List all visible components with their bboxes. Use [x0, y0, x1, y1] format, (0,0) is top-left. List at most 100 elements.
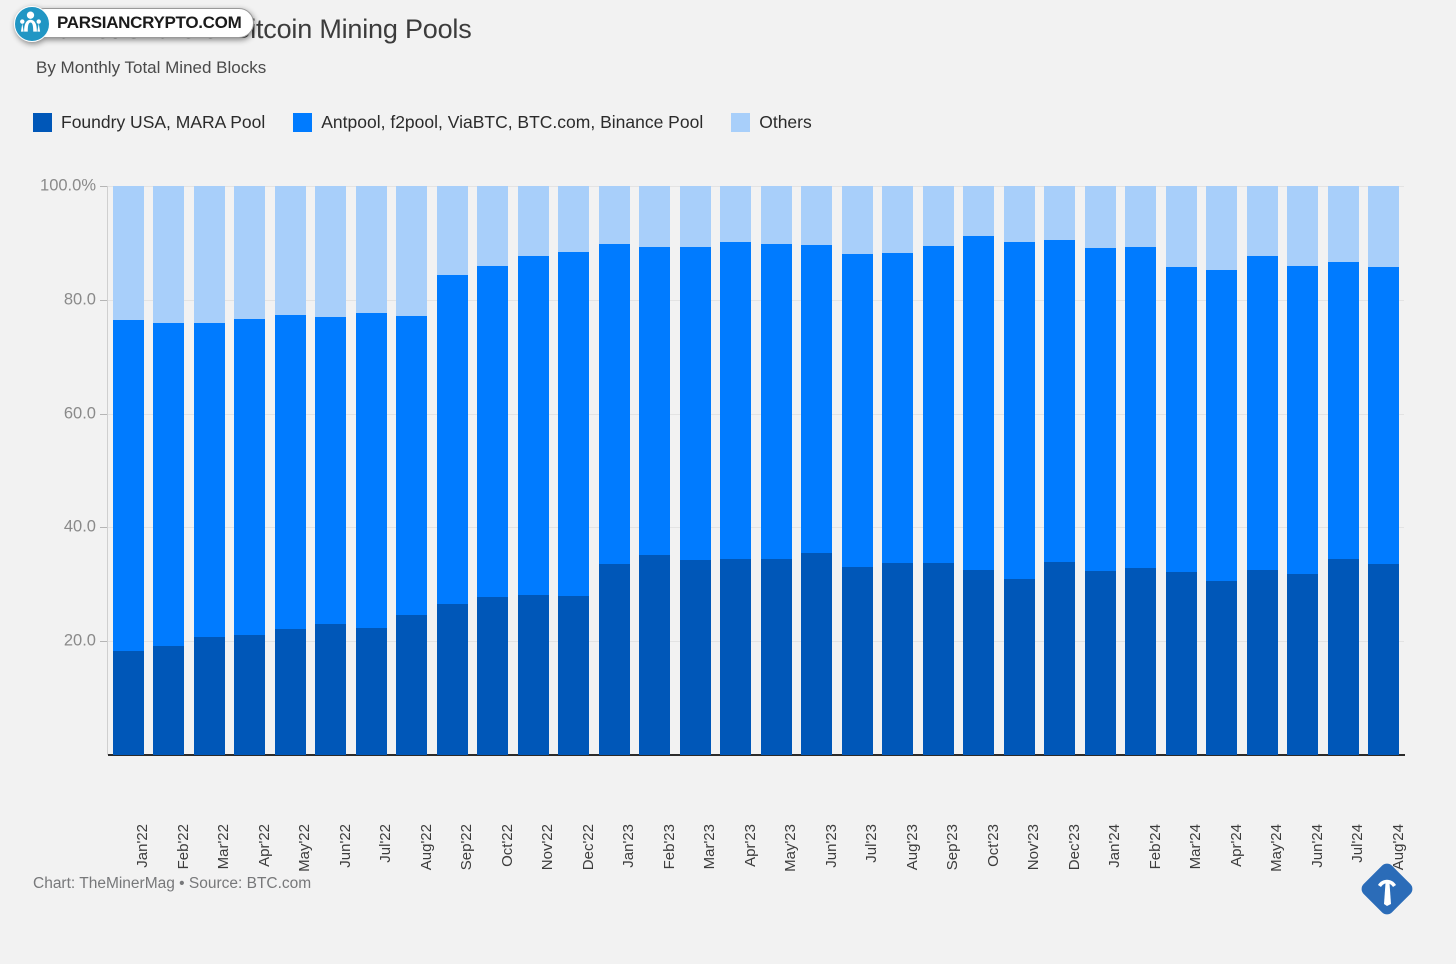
bar-column[interactable]: [153, 186, 185, 755]
bar-segment-1[interactable]: [760, 244, 792, 559]
bar-column[interactable]: [1206, 186, 1238, 755]
bar-segment-1[interactable]: [1044, 240, 1076, 562]
bar-segment-0[interactable]: [193, 636, 225, 755]
bar-segment-2[interactable]: [1368, 186, 1400, 268]
bar-segment-1[interactable]: [679, 246, 711, 561]
bar-segment-2[interactable]: [882, 186, 914, 253]
bar-segment-0[interactable]: [801, 553, 833, 755]
bar-column[interactable]: [396, 186, 428, 755]
bar-segment-2[interactable]: [1327, 186, 1359, 263]
bar-column[interactable]: [1287, 186, 1319, 755]
bar-segment-2[interactable]: [112, 186, 144, 320]
bar-segment-2[interactable]: [436, 186, 468, 275]
bar-segment-0[interactable]: [1287, 574, 1319, 755]
bar-segment-0[interactable]: [1125, 568, 1157, 755]
legend-item-1[interactable]: Antpool, f2pool, ViaBTC, BTC.com, Binanc…: [293, 112, 703, 133]
bar-column[interactable]: [1125, 186, 1157, 755]
bar-segment-2[interactable]: [1165, 186, 1197, 267]
bar-segment-1[interactable]: [922, 245, 954, 564]
bar-column[interactable]: [1084, 186, 1116, 755]
bar-column[interactable]: [801, 186, 833, 755]
bar-segment-0[interactable]: [558, 595, 590, 755]
bar-column[interactable]: [639, 186, 671, 755]
bar-column[interactable]: [1044, 186, 1076, 755]
bar-segment-0[interactable]: [436, 604, 468, 755]
bar-segment-2[interactable]: [841, 186, 873, 254]
bar-column[interactable]: [841, 186, 873, 755]
bar-segment-0[interactable]: [274, 629, 306, 755]
legend-item-0[interactable]: Foundry USA, MARA Pool: [33, 112, 265, 133]
bar-segment-0[interactable]: [396, 615, 428, 755]
bar-segment-0[interactable]: [1003, 578, 1035, 755]
bar-segment-2[interactable]: [1206, 186, 1238, 271]
bar-segment-1[interactable]: [963, 236, 995, 571]
bar-segment-0[interactable]: [1368, 563, 1400, 755]
bar-segment-0[interactable]: [112, 651, 144, 755]
bar-segment-2[interactable]: [153, 186, 185, 323]
bar-segment-0[interactable]: [639, 555, 671, 755]
bar-segment-2[interactable]: [760, 186, 792, 245]
bar-segment-1[interactable]: [1165, 266, 1197, 572]
legend-item-2[interactable]: Others: [731, 112, 812, 133]
bar-segment-1[interactable]: [882, 252, 914, 564]
bar-column[interactable]: [679, 186, 711, 755]
bar-segment-2[interactable]: [639, 186, 671, 248]
bar-segment-0[interactable]: [760, 558, 792, 755]
bar-segment-0[interactable]: [1165, 571, 1197, 755]
bar-segment-2[interactable]: [477, 186, 509, 267]
bar-segment-2[interactable]: [679, 186, 711, 247]
bar-column[interactable]: [1246, 186, 1278, 755]
bar-column[interactable]: [558, 186, 590, 755]
bar-segment-1[interactable]: [1084, 248, 1116, 572]
bar-column[interactable]: [234, 186, 266, 755]
bar-segment-1[interactable]: [558, 252, 590, 596]
bar-segment-1[interactable]: [1125, 246, 1157, 569]
bar-segment-1[interactable]: [153, 322, 185, 646]
bar-segment-1[interactable]: [274, 314, 306, 630]
bar-segment-2[interactable]: [274, 186, 306, 315]
bar-segment-0[interactable]: [153, 645, 185, 755]
bar-column[interactable]: [112, 186, 144, 755]
bar-segment-1[interactable]: [396, 315, 428, 616]
bar-column[interactable]: [1327, 186, 1359, 755]
bar-column[interactable]: [760, 186, 792, 755]
bar-segment-0[interactable]: [315, 623, 347, 755]
bar-segment-1[interactable]: [517, 256, 549, 595]
bar-segment-2[interactable]: [355, 186, 387, 313]
bar-segment-0[interactable]: [679, 560, 711, 755]
bar-segment-2[interactable]: [193, 186, 225, 323]
bar-segment-0[interactable]: [1327, 559, 1359, 755]
bar-segment-1[interactable]: [477, 266, 509, 597]
bar-segment-2[interactable]: [801, 186, 833, 245]
bar-segment-1[interactable]: [720, 241, 752, 559]
bar-column[interactable]: [315, 186, 347, 755]
bar-segment-1[interactable]: [355, 312, 387, 629]
bar-column[interactable]: [922, 186, 954, 755]
bar-segment-0[interactable]: [355, 628, 387, 755]
bar-segment-2[interactable]: [234, 186, 266, 320]
bar-segment-2[interactable]: [396, 186, 428, 316]
bar-column[interactable]: [193, 186, 225, 755]
bar-segment-1[interactable]: [598, 244, 630, 564]
bar-column[interactable]: [720, 186, 752, 755]
bar-segment-1[interactable]: [639, 247, 671, 556]
bar-segment-0[interactable]: [477, 596, 509, 755]
bar-segment-2[interactable]: [1003, 186, 1035, 243]
bar-segment-1[interactable]: [1368, 267, 1400, 564]
bar-segment-2[interactable]: [1044, 186, 1076, 241]
bar-segment-1[interactable]: [1206, 270, 1238, 582]
bar-segment-1[interactable]: [436, 274, 468, 605]
bar-segment-1[interactable]: [315, 316, 347, 624]
bar-segment-1[interactable]: [801, 244, 833, 554]
bar-column[interactable]: [1003, 186, 1035, 755]
bar-segment-0[interactable]: [234, 634, 266, 755]
bar-segment-0[interactable]: [1044, 561, 1076, 755]
bar-segment-1[interactable]: [1327, 262, 1359, 560]
bar-segment-2[interactable]: [1246, 186, 1278, 256]
bar-segment-0[interactable]: [720, 558, 752, 755]
bar-column[interactable]: [963, 186, 995, 755]
bar-column[interactable]: [477, 186, 509, 755]
bar-column[interactable]: [274, 186, 306, 755]
bar-segment-2[interactable]: [720, 186, 752, 242]
bar-column[interactable]: [355, 186, 387, 755]
